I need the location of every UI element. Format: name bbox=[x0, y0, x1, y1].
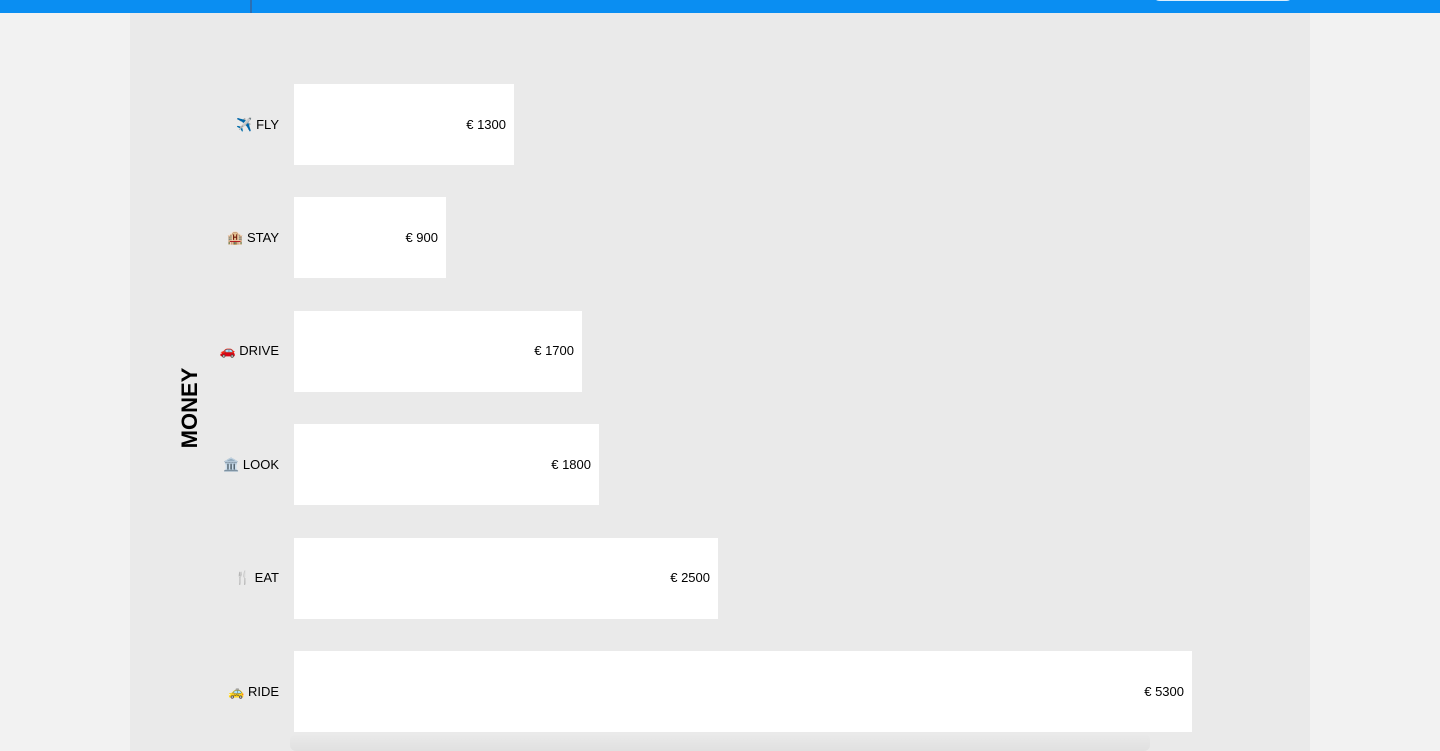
fly-icon: ✈️ bbox=[236, 116, 253, 132]
ride-icon: 🚕 bbox=[228, 683, 245, 699]
value-label-stay: € 900 bbox=[405, 229, 438, 245]
value-label-look: € 1800 bbox=[551, 456, 591, 472]
value-label-fly: € 1300 bbox=[466, 116, 506, 132]
category-label-eat: 🍴 EAT bbox=[99, 570, 279, 586]
category-text: RIDE bbox=[244, 683, 279, 699]
category-text: LOOK bbox=[239, 456, 279, 472]
bar-ride[interactable] bbox=[294, 651, 1192, 732]
category-label-drive: 🚗 DRIVE bbox=[99, 343, 279, 359]
value-label-ride: € 5300 bbox=[1144, 683, 1184, 699]
category-label-stay: 🏨 STAY bbox=[99, 230, 279, 246]
value-label-drive: € 1700 bbox=[534, 343, 574, 359]
bar-chart: ✈️ FLY € 1300 🏨 STAY € 900 🚗 DRIVE € 1700 🏛️ L… bbox=[0, 0, 1440, 751]
category-label-ride: 🚕 RIDE bbox=[99, 684, 279, 700]
panel-shadow bbox=[290, 734, 1150, 751]
stay-icon: 🏨 bbox=[227, 229, 244, 245]
eat-icon: 🍴 bbox=[234, 570, 252, 586]
look-icon: 🏛️ bbox=[223, 456, 240, 472]
category-text: STAY bbox=[243, 229, 279, 245]
category-text: FLY bbox=[252, 116, 279, 132]
category-text: DRIVE bbox=[235, 343, 279, 359]
category-label-look: 🏛️ LOOK bbox=[99, 457, 279, 473]
value-label-eat: € 2500 bbox=[670, 570, 710, 586]
category-text: EAT bbox=[251, 570, 279, 586]
category-label-fly: ✈️ FLY bbox=[99, 117, 279, 133]
drive-icon: 🚗 bbox=[219, 343, 236, 359]
